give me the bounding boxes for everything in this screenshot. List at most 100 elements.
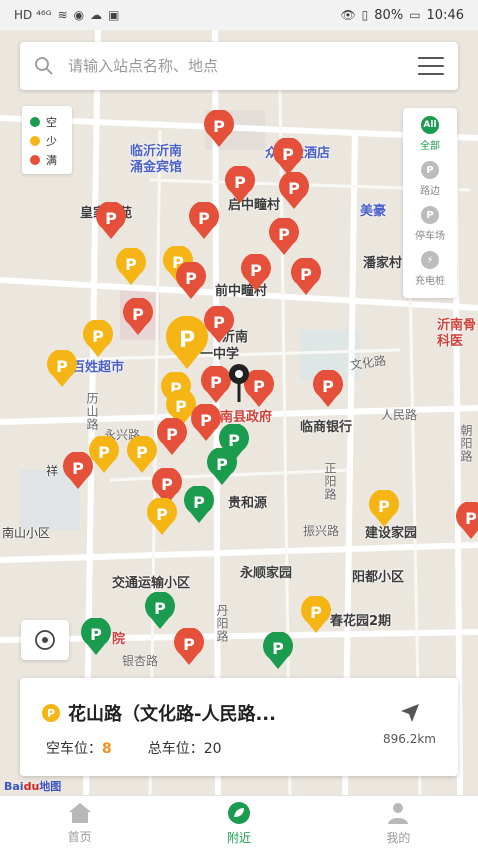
locate-icon <box>35 630 55 650</box>
svg-text:P: P <box>200 411 212 430</box>
parking-pin[interactable]: P <box>300 596 332 634</box>
parking-name: 花山路（文化路-人民路... <box>68 704 276 725</box>
parking-info-card[interactable]: P 花山路（文化路-人民路... 空车位：8 总车位：20 896.2km <box>20 678 458 776</box>
parking-pin[interactable]: P <box>278 172 310 210</box>
bottom-navigation: 首页 附近 我的 <box>0 795 478 850</box>
svg-text:P: P <box>272 639 284 658</box>
road-lishan: 历山路 <box>85 392 99 431</box>
poi-chunhua: 春花园2期 <box>330 614 392 629</box>
parking-icon: P <box>421 161 439 179</box>
gallery-icon: ▣ <box>108 8 120 22</box>
road-zhenxing: 振兴路 <box>303 524 340 538</box>
parking-pin[interactable]: P <box>146 498 178 536</box>
parking-pin[interactable]: P <box>203 110 235 148</box>
filter-charging[interactable]: ⚡ 充电桩 <box>415 251 445 296</box>
leaf-icon <box>227 801 250 824</box>
navigate-button[interactable]: 896.2km <box>383 702 436 746</box>
svg-text:P: P <box>193 493 205 512</box>
poi-baixing: 百姓超市 <box>72 360 125 375</box>
parking-pin[interactable]: P <box>206 448 238 486</box>
parking-pin[interactable]: P <box>268 218 300 256</box>
svg-text:P: P <box>278 225 290 244</box>
road-chaoyang: 朝阳路 <box>459 424 473 463</box>
parking-pin[interactable]: P <box>188 202 220 240</box>
nav-nearby[interactable]: 附近 <box>159 796 318 850</box>
legend-full: 满 <box>30 150 64 169</box>
search-icon <box>35 57 53 75</box>
parking-pin[interactable]: P <box>272 138 304 176</box>
svg-text:P: P <box>282 145 294 164</box>
parking-pin[interactable]: P <box>144 592 176 630</box>
poi-yangdu: 阳都小区 <box>352 570 405 585</box>
svg-text:P: P <box>125 255 137 274</box>
svg-text:P: P <box>234 173 246 192</box>
parking-pin[interactable]: P <box>115 248 147 286</box>
parking-pin[interactable]: P <box>80 618 112 656</box>
status-bar: HD ⁴⁶ᴳ ≋ ◉ ☁ ▣ 👁 ▯ 80% ▭ 10:46 <box>0 0 478 30</box>
filter-all[interactable]: All 全部 <box>420 116 440 161</box>
home-icon <box>68 802 91 823</box>
svg-text:P: P <box>253 377 265 396</box>
filter-panel: All 全部 P 路边 P 停车场 ⚡ 充电桩 <box>403 108 457 298</box>
poi-nanshan: 南山小区 <box>2 526 51 540</box>
app-notification-icon: ◉ <box>73 8 85 22</box>
svg-text:P: P <box>105 209 117 228</box>
free-spaces: 空车位：8 <box>46 741 112 757</box>
svg-text:P: P <box>156 505 168 524</box>
nav-profile[interactable]: 我的 <box>319 796 478 850</box>
availability-legend: 空 少 满 <box>22 106 72 174</box>
svg-text:P: P <box>166 425 178 444</box>
svg-text:P: P <box>213 117 225 136</box>
svg-text:P: P <box>179 328 195 353</box>
svg-text:P: P <box>154 599 166 618</box>
search-bar[interactable] <box>20 42 458 90</box>
parking-pin[interactable]: P <box>82 320 114 358</box>
parking-pin[interactable]: P <box>95 202 127 240</box>
parking-pin[interactable]: P <box>173 628 205 666</box>
search-input[interactable] <box>68 57 418 75</box>
poi-hospital: 沂南骨科医 <box>437 318 477 349</box>
parking-pin[interactable]: P <box>224 166 256 204</box>
clock: 10:46 <box>426 7 464 23</box>
parking-pin[interactable]: P <box>312 370 344 408</box>
card-stats: 空车位：8 总车位：20 <box>46 738 222 758</box>
locate-button[interactable] <box>21 620 69 660</box>
total-spaces: 总车位：20 <box>147 741 222 757</box>
distance: 896.2km <box>383 732 436 746</box>
battery-percent: 80% <box>374 7 404 23</box>
user-icon <box>388 802 409 824</box>
road-renmin: 人民路 <box>381 408 418 422</box>
parking-pin[interactable]: P <box>240 254 272 292</box>
parking-pin[interactable]: P <box>156 418 188 456</box>
parking-pin[interactable]: P <box>175 262 207 300</box>
red-dot-icon <box>30 154 40 165</box>
filter-parking-lot[interactable]: P 停车场 <box>415 206 445 251</box>
nav-home[interactable]: 首页 <box>0 796 159 850</box>
selected-location-marker[interactable] <box>228 364 250 404</box>
poi-linshang-bank: 临商银行 <box>300 420 353 435</box>
parking-pin[interactable]: P <box>62 452 94 490</box>
parking-pin[interactable]: P <box>122 298 154 336</box>
svg-text:P: P <box>90 625 102 644</box>
parking-pin[interactable]: P <box>262 632 294 670</box>
parking-pin[interactable]: P <box>368 490 400 528</box>
svg-text:P: P <box>56 357 68 376</box>
svg-text:P: P <box>378 497 390 516</box>
selected-parking-pin[interactable]: P <box>164 316 210 370</box>
svg-text:P: P <box>132 305 144 324</box>
svg-text:P: P <box>72 459 84 478</box>
poi-panjia: 潘家村 <box>363 256 403 271</box>
parking-pin[interactable]: P <box>183 486 215 524</box>
menu-icon[interactable] <box>418 57 444 75</box>
svg-text:P: P <box>185 269 197 288</box>
svg-text:P: P <box>216 455 228 474</box>
vibrate-icon: ▯ <box>361 8 369 22</box>
parking-pin[interactable]: P <box>455 502 478 540</box>
parking-pin[interactable]: P <box>290 258 322 296</box>
green-dot-icon <box>30 116 40 127</box>
svg-text:P: P <box>183 635 195 654</box>
svg-text:P: P <box>98 443 110 462</box>
parking-pin[interactable]: P <box>46 350 78 388</box>
card-title: P 花山路（文化路-人民路... <box>42 700 276 726</box>
filter-roadside[interactable]: P 路边 <box>420 161 440 206</box>
